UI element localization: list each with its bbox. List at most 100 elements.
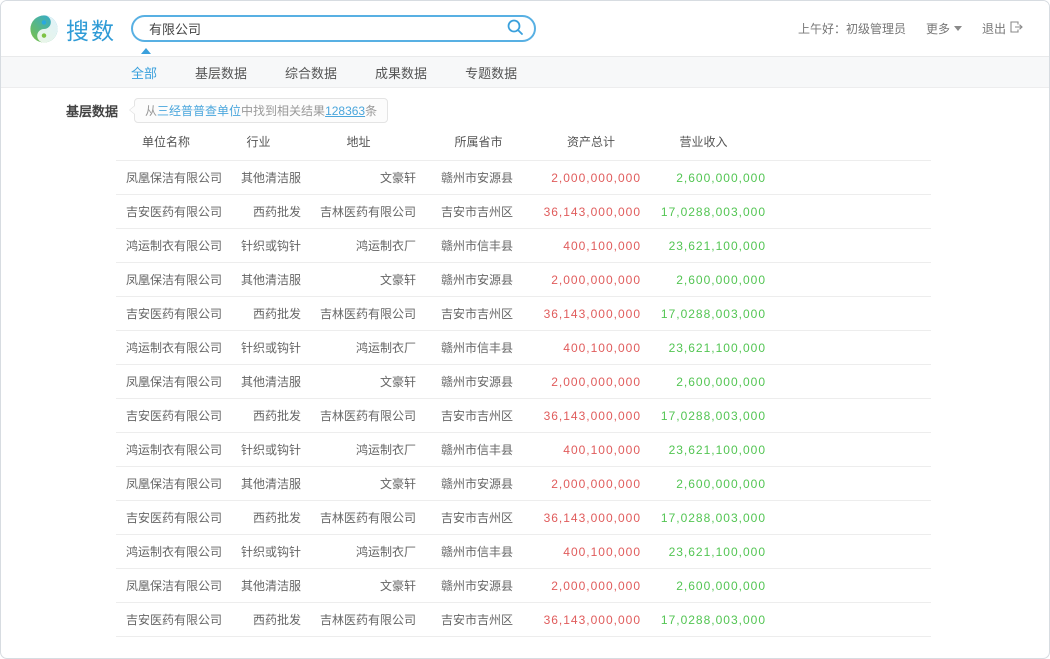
cell-name: 鸿运制衣有限公司	[116, 331, 216, 365]
cell-address: 吉林医药有限公司	[301, 195, 416, 229]
cell-name: 吉安医药有限公司	[116, 501, 216, 535]
cell-filler	[766, 263, 931, 297]
cell-region: 吉安市吉州区	[416, 501, 541, 535]
cell-address: 文豪轩	[301, 467, 416, 501]
more-button[interactable]: 更多	[926, 20, 962, 37]
cell-filler	[766, 331, 931, 365]
logout-button[interactable]: 退出	[982, 20, 1023, 37]
table-row[interactable]: 鸿运制衣有限公司针织或钩针鸿运制衣厂赣州市信丰县400,100,00023,62…	[116, 433, 931, 467]
cell-region: 赣州市信丰县	[416, 433, 541, 467]
cell-industry: 针织或钩针	[216, 433, 301, 467]
cell-address: 文豪轩	[301, 365, 416, 399]
cell-assets: 36,143,000,000	[541, 399, 641, 433]
result-count-link[interactable]: 128363	[325, 104, 365, 118]
tab-item-2[interactable]: 综合数据	[285, 63, 337, 82]
greeting-text: 上午好：初级管理员	[798, 20, 906, 37]
table-row[interactable]: 凤凰保洁有限公司其他清洁服文豪轩赣州市安源县2,000,000,0002,600…	[116, 467, 931, 501]
column-header: 单位名称	[116, 125, 216, 161]
logo-swirl-icon	[29, 14, 59, 44]
results-table: 单位名称行业地址所属省市资产总计营业收入 凤凰保洁有限公司其他清洁服文豪轩赣州市…	[116, 125, 931, 637]
cell-address: 吉林医药有限公司	[301, 297, 416, 331]
cell-region: 赣州市信丰县	[416, 535, 541, 569]
search-input[interactable]	[147, 20, 506, 37]
search-bar	[131, 15, 536, 42]
cell-assets: 400,100,000	[541, 433, 641, 467]
cell-filler	[766, 433, 931, 467]
table-row[interactable]: 凤凰保洁有限公司其他清洁服文豪轩赣州市安源县2,000,000,0002,600…	[116, 161, 931, 195]
cell-region: 赣州市安源县	[416, 365, 541, 399]
cell-industry: 西药批发	[216, 297, 301, 331]
column-header: 行业	[216, 125, 301, 161]
result-mid: 中找到相关结果	[241, 104, 325, 118]
tab-item-3[interactable]: 成果数据	[375, 63, 427, 82]
cell-assets: 2,000,000,000	[541, 263, 641, 297]
cell-name: 吉安医药有限公司	[116, 399, 216, 433]
cell-revenue: 17,0288,003,000	[641, 195, 766, 229]
census-source-link[interactable]: 三经普普查单位	[157, 104, 241, 118]
column-header: 地址	[301, 125, 416, 161]
cell-filler	[766, 365, 931, 399]
tab-bar: 全部 基层数据 综合数据 成果数据 专题数据	[1, 56, 1049, 88]
cell-filler	[766, 467, 931, 501]
cell-revenue: 17,0288,003,000	[641, 501, 766, 535]
cell-address: 吉林医药有限公司	[301, 603, 416, 637]
table-row[interactable]: 吉安医药有限公司西药批发吉林医药有限公司吉安市吉州区36,143,000,000…	[116, 603, 931, 637]
cell-revenue: 2,600,000,000	[641, 263, 766, 297]
table-row[interactable]: 凤凰保洁有限公司其他清洁服文豪轩赣州市安源县2,000,000,0002,600…	[116, 569, 931, 603]
table-row[interactable]: 吉安医药有限公司西药批发吉林医药有限公司吉安市吉州区36,143,000,000…	[116, 399, 931, 433]
cell-name: 鸿运制衣有限公司	[116, 433, 216, 467]
cell-name: 凤凰保洁有限公司	[116, 467, 216, 501]
cell-filler	[766, 501, 931, 535]
cell-industry: 其他清洁服	[216, 161, 301, 195]
cell-assets: 36,143,000,000	[541, 195, 641, 229]
search-button[interactable]	[506, 18, 524, 39]
cell-region: 吉安市吉州区	[416, 603, 541, 637]
logo[interactable]: 搜数	[29, 12, 116, 46]
tab-item-1[interactable]: 基层数据	[195, 63, 247, 82]
cell-revenue: 2,600,000,000	[641, 569, 766, 603]
cell-filler	[766, 161, 931, 195]
table-row[interactable]: 鸿运制衣有限公司针织或钩针鸿运制衣厂赣州市信丰县400,100,00023,62…	[116, 229, 931, 263]
section-title: 基层数据	[66, 101, 118, 120]
tab-all[interactable]: 全部	[131, 63, 157, 82]
cell-assets: 2,000,000,000	[541, 467, 641, 501]
cell-revenue: 17,0288,003,000	[641, 297, 766, 331]
cell-filler	[766, 297, 931, 331]
cell-revenue: 23,621,100,000	[641, 331, 766, 365]
table-row[interactable]: 凤凰保洁有限公司其他清洁服文豪轩赣州市安源县2,000,000,0002,600…	[116, 365, 931, 399]
cell-revenue: 2,600,000,000	[641, 161, 766, 195]
cell-revenue: 2,600,000,000	[641, 467, 766, 501]
cell-industry: 其他清洁服	[216, 569, 301, 603]
result-summary-bubble: 从三经普普查单位中找到相关结果128363条	[134, 98, 388, 123]
column-header: 资产总计	[541, 125, 641, 161]
cell-region: 赣州市安源县	[416, 569, 541, 603]
table-row[interactable]: 凤凰保洁有限公司其他清洁服文豪轩赣州市安源县2,000,000,0002,600…	[116, 263, 931, 297]
cell-assets: 2,000,000,000	[541, 569, 641, 603]
cell-assets: 400,100,000	[541, 331, 641, 365]
tab-item-4[interactable]: 专题数据	[465, 63, 517, 82]
cell-industry: 西药批发	[216, 603, 301, 637]
table-row[interactable]: 鸿运制衣有限公司针织或钩针鸿运制衣厂赣州市信丰县400,100,00023,62…	[116, 535, 931, 569]
table-row[interactable]: 吉安医药有限公司西药批发吉林医药有限公司吉安市吉州区36,143,000,000…	[116, 297, 931, 331]
cell-industry: 西药批发	[216, 399, 301, 433]
cell-name: 凤凰保洁有限公司	[116, 161, 216, 195]
table-row[interactable]: 吉安医药有限公司西药批发吉林医药有限公司吉安市吉州区36,143,000,000…	[116, 501, 931, 535]
cell-filler	[766, 603, 931, 637]
cell-industry: 其他清洁服	[216, 467, 301, 501]
cell-region: 赣州市安源县	[416, 467, 541, 501]
cell-assets: 400,100,000	[541, 229, 641, 263]
table-row[interactable]: 鸿运制衣有限公司针织或钩针鸿运制衣厂赣州市信丰县400,100,00023,62…	[116, 331, 931, 365]
cell-revenue: 23,621,100,000	[641, 433, 766, 467]
cell-assets: 2,000,000,000	[541, 365, 641, 399]
cell-region: 赣州市信丰县	[416, 229, 541, 263]
table-row[interactable]: 吉安医药有限公司西药批发吉林医药有限公司吉安市吉州区36,143,000,000…	[116, 195, 931, 229]
cell-region: 吉安市吉州区	[416, 195, 541, 229]
cell-industry: 西药批发	[216, 195, 301, 229]
cell-revenue: 17,0288,003,000	[641, 603, 766, 637]
chevron-down-icon	[954, 26, 962, 31]
cell-assets: 400,100,000	[541, 535, 641, 569]
cell-address: 文豪轩	[301, 569, 416, 603]
cell-address: 吉林医药有限公司	[301, 501, 416, 535]
cell-filler	[766, 569, 931, 603]
cell-name: 鸿运制衣有限公司	[116, 535, 216, 569]
